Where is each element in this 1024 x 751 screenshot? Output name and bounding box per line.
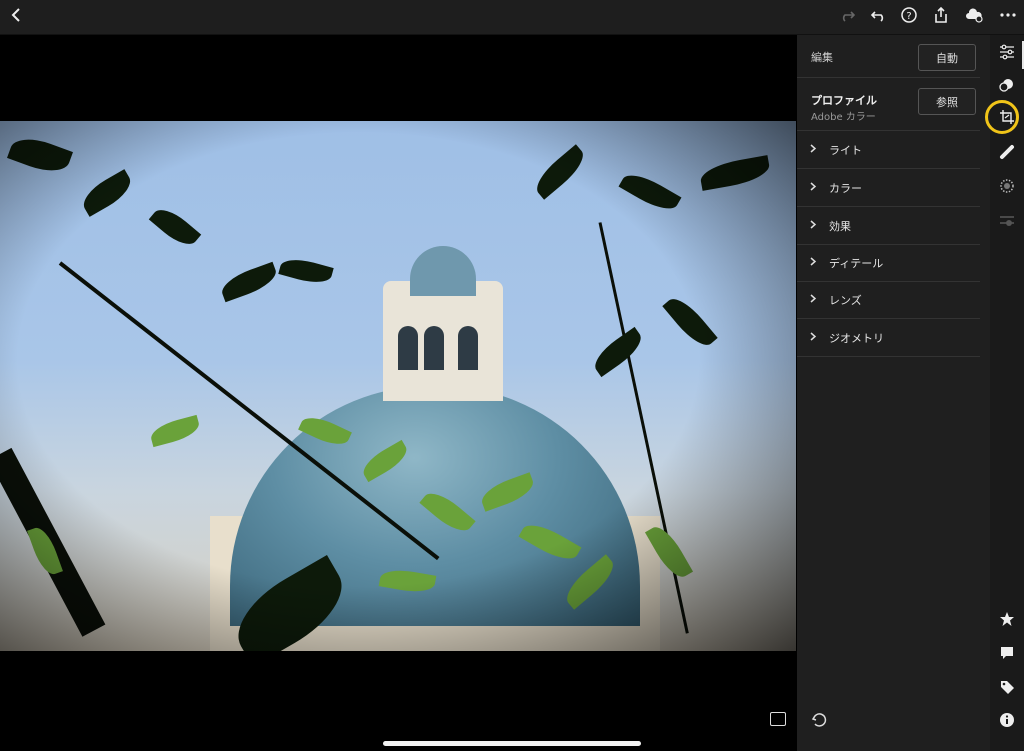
brush-tool-button[interactable] xyxy=(998,143,1016,161)
crop-icon xyxy=(1000,110,1014,124)
photo-canvas[interactable] xyxy=(0,35,796,751)
section-lens[interactable]: レンズ xyxy=(797,281,980,319)
section-label: ライト xyxy=(829,144,862,157)
section-light[interactable]: ライト xyxy=(797,131,980,169)
undo-icon xyxy=(870,6,888,28)
reset-icon xyxy=(811,713,827,727)
help-button[interactable]: ? xyxy=(897,5,921,29)
section-label: 効果 xyxy=(829,220,851,233)
share-button[interactable] xyxy=(929,5,953,29)
heal-tool-button[interactable] xyxy=(998,76,1016,94)
selective-icon xyxy=(1000,179,1014,193)
presets-tool-button[interactable] xyxy=(998,211,1016,229)
edit-tool-button[interactable] xyxy=(998,43,1016,61)
section-label: レンズ xyxy=(829,294,862,307)
top-toolbar: ? xyxy=(0,0,1024,35)
tag-icon xyxy=(1001,681,1014,694)
more-button[interactable] xyxy=(996,5,1020,29)
browse-button[interactable]: 参照 xyxy=(918,88,976,115)
chevron-right-icon xyxy=(810,294,817,303)
chevron-right-icon xyxy=(810,332,817,341)
section-color[interactable]: カラー xyxy=(797,169,980,207)
reset-button[interactable] xyxy=(811,712,827,728)
back-button[interactable] xyxy=(5,5,29,29)
chevron-right-icon xyxy=(810,144,817,153)
info-icon xyxy=(1000,713,1014,727)
redo-button[interactable] xyxy=(835,5,859,29)
cloud-sync-icon xyxy=(965,6,983,28)
edit-sliders-icon xyxy=(1000,44,1014,60)
comment-icon xyxy=(1001,647,1013,659)
heal-icon xyxy=(999,79,1013,92)
info-button[interactable] xyxy=(998,711,1016,729)
edit-header: 編集 自動 xyxy=(797,35,980,78)
brush-icon xyxy=(1000,145,1014,159)
comment-button[interactable] xyxy=(998,644,1016,662)
chevron-right-icon xyxy=(810,220,817,229)
section-effects[interactable]: 効果 xyxy=(797,207,980,245)
profile-title: プロファイル xyxy=(811,94,877,107)
edit-panel: 編集 自動 参照 プロファイル Adobe カラー ライト カラー 効果 ディテ… xyxy=(797,35,990,751)
home-indicator[interactable] xyxy=(383,741,641,746)
selective-tool-button[interactable] xyxy=(998,177,1016,195)
undo-button[interactable] xyxy=(867,5,891,29)
help-icon: ? xyxy=(900,6,918,28)
auto-button[interactable]: 自動 xyxy=(918,44,976,71)
star-icon xyxy=(1000,612,1014,626)
section-label: ディテール xyxy=(829,257,884,270)
rating-button[interactable] xyxy=(998,610,1016,628)
presets-icon xyxy=(1000,216,1014,226)
share-icon xyxy=(932,6,950,28)
compare-view-button[interactable] xyxy=(770,712,786,726)
section-geometry[interactable]: ジオメトリ xyxy=(797,319,980,357)
tag-button[interactable] xyxy=(998,678,1016,696)
tool-rail xyxy=(985,35,1024,751)
more-icon xyxy=(999,6,1017,28)
chevron-right-icon xyxy=(810,257,817,266)
chevron-left-icon xyxy=(8,6,26,28)
cloud-sync-button[interactable] xyxy=(962,5,986,29)
section-label: ジオメトリ xyxy=(829,332,884,345)
svg-text:?: ? xyxy=(906,11,911,22)
section-label: カラー xyxy=(829,182,862,195)
profile-value: Adobe カラー xyxy=(811,112,876,123)
photo-vignette xyxy=(0,121,796,651)
redo-icon xyxy=(838,6,856,28)
photo-image[interactable] xyxy=(0,121,796,651)
crop-tool-button[interactable] xyxy=(998,108,1016,126)
section-detail[interactable]: ディテール xyxy=(797,244,980,282)
edit-label: 編集 xyxy=(811,51,833,64)
chevron-right-icon xyxy=(810,182,817,191)
